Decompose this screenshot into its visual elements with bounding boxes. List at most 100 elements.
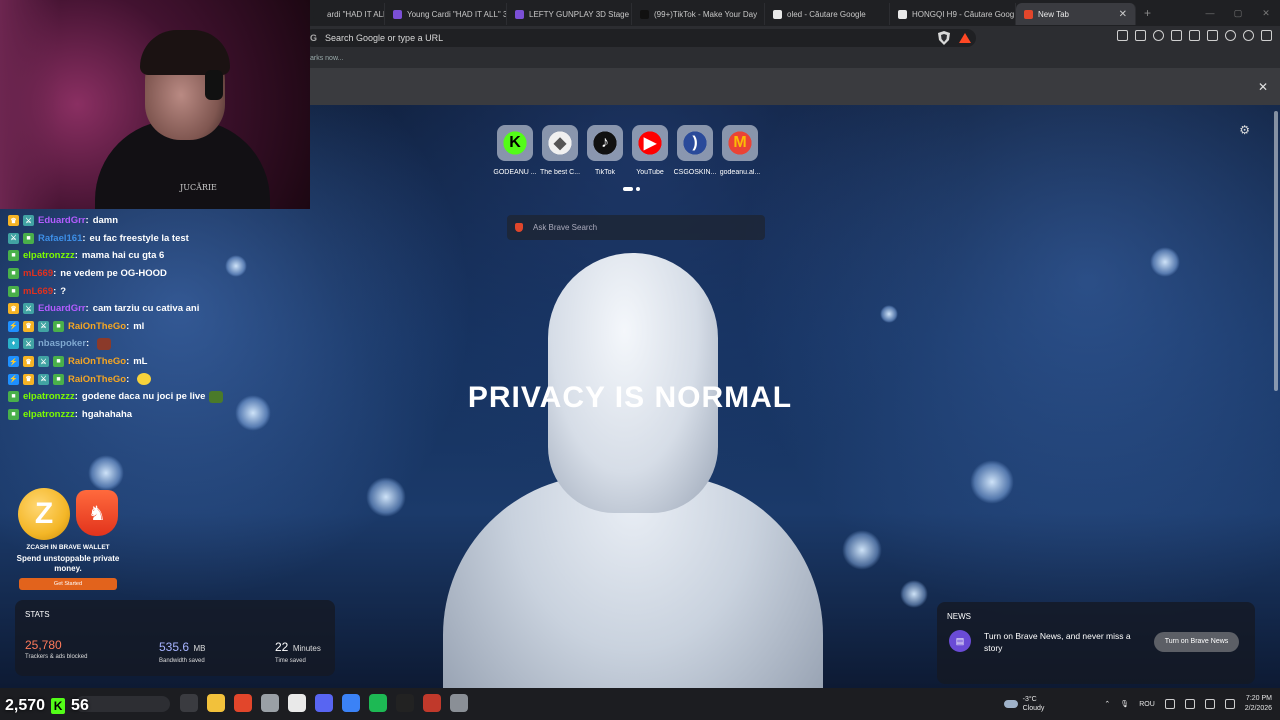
weather-temp: -3°C: [1022, 696, 1037, 703]
top-site-shortcut[interactable]: ) CSGOSKIN...: [674, 125, 716, 176]
taskbar-app-icon[interactable]: [207, 694, 225, 712]
pager-dot[interactable]: [636, 187, 640, 191]
chat-username[interactable]: RaiOnTheGo: [68, 374, 126, 385]
browser-tab[interactable]: oled - Căutare Google: [765, 3, 890, 25]
menu-icon[interactable]: [1261, 30, 1272, 41]
chat-username[interactable]: elpatronzzz: [23, 250, 75, 261]
turn-on-news-button[interactable]: Turn on Brave News: [1154, 632, 1239, 652]
share-icon[interactable]: [1135, 30, 1146, 41]
top-site-icon: ◆: [542, 125, 578, 161]
sidebar-icon[interactable]: [1171, 30, 1182, 41]
taskbar-app-icon[interactable]: [423, 694, 441, 712]
tab-favicon-icon: [640, 9, 649, 19]
chat-separator: :: [126, 373, 130, 385]
taskbar-app-icon[interactable]: [396, 694, 414, 712]
streamer-hair: [140, 30, 230, 75]
chat-username[interactable]: RaiOnTheGo: [68, 321, 126, 332]
chat-username[interactable]: elpatronzzz: [23, 409, 75, 420]
tab-close-icon[interactable]: ✕: [1111, 9, 1127, 20]
chat-badge-vip-icon: ⚡: [8, 356, 19, 368]
leo-ai-icon[interactable]: [1225, 30, 1236, 41]
brave-shields-icon[interactable]: [938, 31, 950, 45]
browser-tab[interactable]: HONGQI H9 - Căutare Goog: [890, 3, 1016, 25]
weather-widget[interactable]: -3°C Cloudy: [1003, 695, 1044, 713]
stats-widget: STATS 25,780 Trackers & ads blocked 535.…: [15, 600, 335, 676]
chat-username[interactable]: mL669: [23, 268, 53, 279]
chat-badge-mod-icon: ⚔: [38, 320, 49, 332]
browser-tab[interactable]: New Tab ✕: [1016, 3, 1136, 25]
extensions-icon[interactable]: [1117, 30, 1128, 41]
screenshot-icon[interactable]: [1207, 30, 1218, 41]
brave-search-box[interactable]: Ask Brave Search: [507, 215, 765, 240]
infobar-close-icon[interactable]: ✕: [1258, 80, 1268, 94]
bookmarks-hint[interactable]: arks now...: [310, 55, 343, 62]
volume-icon[interactable]: [1204, 699, 1215, 709]
chat-text: godene daca nu joci pe live: [81, 391, 206, 403]
stream-chat: ♛ ⚔ EduardGrr: damn ⚔ ■ Rafael161: eu fac frees…: [8, 212, 308, 423]
tab-favicon-icon: [313, 9, 322, 19]
tray-chevron-icon[interactable]: ⌃: [1104, 700, 1110, 708]
time-stat: 22 Minutes Time saved: [275, 638, 321, 664]
zcash-coin-icon: Z: [18, 488, 70, 540]
minimize-icon[interactable]: —: [1196, 0, 1224, 26]
taskbar-app-icon[interactable]: [369, 694, 387, 712]
chat-username[interactable]: elpatronzzz: [23, 391, 75, 402]
chat-separator: :: [53, 285, 57, 297]
top-site-shortcut[interactable]: ▶ YouTube: [632, 125, 668, 176]
chat-badge-sub-icon: ■: [53, 373, 64, 385]
taskbar-app-icon[interactable]: [261, 694, 279, 712]
network-icon[interactable]: [1184, 699, 1195, 709]
top-site-shortcut[interactable]: Mgodeanu.al...: [720, 125, 760, 176]
taskbar-app-icon[interactable]: [315, 694, 333, 712]
top-site-shortcut[interactable]: ◆ The best C...: [540, 125, 580, 176]
browser-tab[interactable]: ardi "HAD IT ALL" 3C: [305, 3, 385, 25]
taskbar-search[interactable]: [75, 696, 170, 712]
pager-dot-active[interactable]: [623, 187, 633, 191]
display-icon[interactable]: [1164, 699, 1175, 709]
chat-separator: :: [86, 338, 90, 350]
tab-title: New Tab: [1038, 9, 1069, 19]
wallet-icon[interactable]: [1189, 30, 1200, 41]
taskbar-app-icon[interactable]: [342, 694, 360, 712]
taskbar-app-icon[interactable]: [288, 694, 306, 712]
taskbar-app-icon[interactable]: [234, 694, 252, 712]
omnibox[interactable]: G Search Google or type a URL: [304, 29, 976, 47]
windows-taskbar: -3°C Cloudy ⌃ 🎙 ROU 7:20 PM 2/2/2026: [0, 688, 1280, 720]
browser-tab[interactable]: Young Cardi "HAD IT ALL" 3C: [385, 3, 507, 25]
brave-rewards-icon[interactable]: [959, 31, 971, 45]
chat-badge-mod-icon: ⚔: [8, 232, 19, 244]
chat-badge-nba-icon: ♦: [8, 338, 19, 350]
new-tab-button[interactable]: +: [1144, 6, 1151, 20]
taskbar-app-icon[interactable]: [180, 694, 198, 712]
media-icon[interactable]: [1153, 30, 1164, 41]
chat-username[interactable]: Rafael161: [38, 233, 82, 244]
clock[interactable]: 7:20 PM 2/2/2026: [1245, 694, 1272, 714]
page-scrollbar[interactable]: [1274, 111, 1278, 391]
chat-badge-sub-icon: ■: [23, 232, 34, 244]
bandwidth-caption: Bandwidth saved: [159, 658, 205, 664]
top-site-shortcut[interactable]: ♪ TikTok: [587, 125, 623, 176]
tab-title: Young Cardi "HAD IT ALL" 3C: [407, 9, 507, 19]
chat-text: hgahahaha: [81, 408, 133, 420]
taskbar-app-icon[interactable]: [450, 694, 468, 712]
window-close-icon[interactable]: ✕: [1252, 0, 1280, 26]
vpn-icon[interactable]: [1243, 30, 1254, 41]
language-indicator[interactable]: ROU: [1139, 701, 1155, 708]
chat-username[interactable]: nbaspoker: [38, 338, 86, 349]
chat-username[interactable]: EduardGrr: [38, 215, 86, 226]
chat-badge-sub-icon: ■: [53, 320, 64, 332]
chat-text: ne vedem pe OG-HOOD: [60, 268, 167, 280]
browser-tab[interactable]: (99+)TikTok - Make Your Day: [632, 3, 765, 25]
top-sites-pager[interactable]: [623, 187, 640, 191]
maximize-icon[interactable]: ▢: [1224, 0, 1252, 26]
chat-emote-icon: [137, 373, 152, 386]
zcash-get-started-button[interactable]: Get Started: [19, 578, 117, 590]
top-site-shortcut[interactable]: K GODEANU ...: [493, 125, 537, 176]
chat-username[interactable]: RaiOnTheGo: [68, 356, 126, 367]
chat-username[interactable]: EduardGrr: [38, 303, 86, 314]
chat-username[interactable]: mL669: [23, 286, 53, 297]
browser-tab[interactable]: LEFTY GUNPLAY 3D Stage V: [507, 3, 632, 25]
microphone-icon[interactable]: 🎙: [1120, 700, 1129, 708]
battery-icon[interactable]: [1224, 699, 1235, 709]
customize-gear-icon[interactable]: ⚙: [1239, 123, 1250, 137]
